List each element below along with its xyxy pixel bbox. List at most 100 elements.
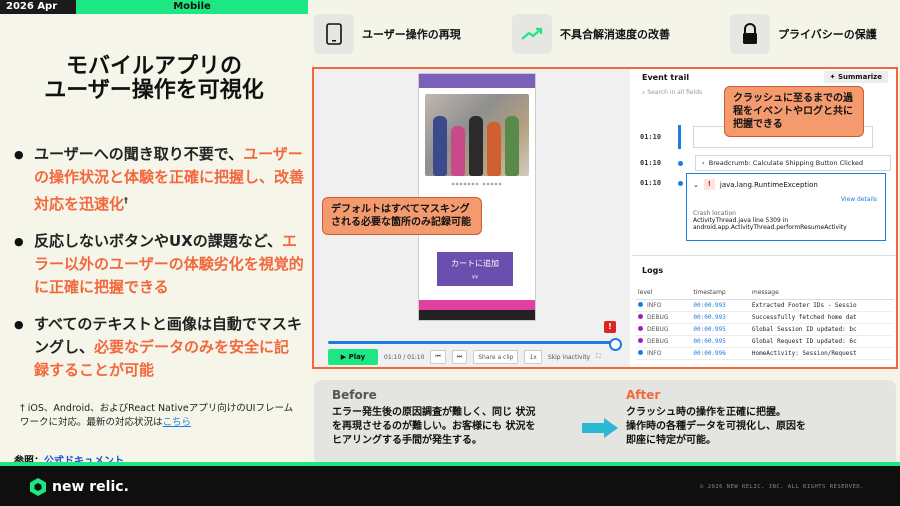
col-message[interactable]: message bbox=[749, 286, 894, 300]
log-level: INFO bbox=[636, 347, 692, 360]
log-row[interactable]: INFO 00:00.993 Extracted Footer IDs - Sess… bbox=[636, 299, 894, 312]
before-line: エラー発生後の原因調査が難しく、同じ 状況 bbox=[332, 407, 536, 418]
log-level: INFO bbox=[636, 299, 692, 312]
fullscreen-icon[interactable]: ⛶ bbox=[596, 353, 600, 361]
level-text: DEBUG bbox=[647, 314, 669, 321]
share-button[interactable]: Share a clip bbox=[473, 350, 519, 364]
log-row[interactable]: DEBUG 00:00.995 Global Request ID updated:… bbox=[636, 335, 894, 348]
after-line: 即座に特定が可能。 bbox=[626, 435, 716, 446]
bullet-text: ユーザーへの聞き取り不要で、 bbox=[34, 145, 244, 163]
masking-callout: デフォルトはすべてマスキングされる必要な箇所のみ記録可能 bbox=[322, 197, 482, 235]
log-row[interactable]: DEBUG 00:00.993 Successfully fetched home … bbox=[636, 311, 894, 324]
time-display: 01:10 / 01:10 bbox=[384, 353, 425, 361]
level-dot bbox=[638, 314, 643, 319]
slide-title: モバイルアプリの ユーザー操作を可視化 bbox=[0, 55, 308, 103]
footnote-link[interactable]: こちら bbox=[163, 417, 192, 428]
footnote: † iOS、Android、およびReact Nativeアプリ向けのUIフレー… bbox=[20, 402, 300, 430]
col-timestamp[interactable]: timestamp bbox=[691, 286, 750, 300]
bullet-item: 反応しないボタンやUXの課題など、エラー以外のユーザーの体験劣化を視覚的に正確に… bbox=[14, 230, 304, 299]
lock-icon bbox=[730, 14, 770, 54]
log-message: Global Request ID updated: 6c bbox=[749, 335, 894, 348]
nav-bar bbox=[419, 310, 535, 320]
feature-replay: ユーザー操作の再現 bbox=[314, 14, 461, 54]
event-time: 01:10 bbox=[640, 133, 662, 141]
product-image bbox=[425, 94, 529, 176]
chevron-down-icon: ⌄ bbox=[693, 180, 699, 189]
log-row[interactable]: DEBUG 00:00.995 Global Session ID updated:… bbox=[636, 323, 894, 336]
add-to-cart-button[interactable]: カートに追加 ¥¥ bbox=[437, 252, 513, 286]
before-text: エラー発生後の原因調査が難しく、同じ 状況 を再現させるのが難しい。お客様にも … bbox=[332, 406, 535, 448]
feature-speed: 不具合解消速度の改善 bbox=[512, 14, 670, 54]
view-details-link[interactable]: View details bbox=[841, 196, 877, 203]
event-time: 01:10 bbox=[640, 159, 662, 167]
log-timestamp: 00:00.995 bbox=[691, 323, 750, 336]
trend-up-icon bbox=[512, 14, 552, 54]
exception-icon: ! bbox=[703, 179, 715, 190]
play-button[interactable]: ▶ Play bbox=[328, 349, 378, 365]
player-controls: ▶ Play 01:10 / 01:10 ⏮ ⏭ Share a clip 1x… bbox=[328, 349, 624, 365]
play-label: Play bbox=[348, 353, 366, 361]
log-timestamp: 00:00.993 bbox=[691, 299, 750, 312]
before-after-box: Before エラー発生後の原因調査が難しく、同じ 状況 を再現させるのが難しい… bbox=[314, 380, 896, 466]
bullet-item: すべてのテキストと画像は自動でマスキングし、必要なデータのみを安全に記録すること… bbox=[14, 313, 304, 382]
feature-label: ユーザー操作の再現 bbox=[362, 28, 461, 41]
before-label: Before bbox=[332, 388, 377, 402]
feature-label: 不具合解消速度の改善 bbox=[560, 28, 670, 41]
brand-name: new relic. bbox=[52, 479, 129, 495]
sparkle-icon: ✦ bbox=[829, 73, 838, 81]
copyright: © 2026 NEW RELIC, INC. ALL RIGHTS RESERV… bbox=[700, 484, 864, 490]
title-line-1: モバイルアプリの bbox=[65, 54, 242, 79]
app-header-bar bbox=[419, 74, 535, 88]
log-message: Successfully fetched home dat bbox=[749, 311, 894, 324]
logs-title: Logs bbox=[642, 266, 664, 275]
event-callout: クラッシュに至るまでの過程をイベントやログと共に把握できる bbox=[724, 86, 864, 137]
breadcrumb-text: Breadcrumb: Calculate Shipping Button Cl… bbox=[708, 159, 863, 167]
crash-location-label: Crash location bbox=[693, 210, 736, 217]
event-time: 01:10 bbox=[640, 179, 662, 187]
logs-panel: Logs level timestamp message INFO 00:00.9… bbox=[632, 255, 896, 367]
log-level: DEBUG bbox=[636, 311, 692, 324]
bullet-text: 反応しないボタンやUXの課題など、 bbox=[34, 232, 282, 250]
footer-stripe bbox=[0, 462, 900, 466]
price-label: ¥¥ bbox=[471, 275, 479, 281]
speed-select[interactable]: 1x bbox=[524, 350, 542, 364]
level-text: DEBUG bbox=[647, 338, 669, 345]
crash-location-line: android.app.ActivityThread.performResume… bbox=[693, 224, 847, 231]
error-marker-icon[interactable]: ! bbox=[604, 321, 616, 333]
bullet-item: ユーザーへの聞き取り不要で、ユーザーの操作状況と体験を正確に把握し、改善対応を迅… bbox=[14, 143, 304, 216]
log-message: Global Session ID updated: bc bbox=[749, 323, 894, 336]
log-message: Extracted Footer IDs - Sessio bbox=[749, 299, 894, 312]
log-message: HomeActivity: Session/Request bbox=[749, 347, 894, 360]
event-dot bbox=[678, 180, 683, 186]
logs-table: level timestamp message INFO 00:00.993 Ext… bbox=[636, 286, 894, 360]
event-dot bbox=[678, 160, 683, 166]
next-button[interactable]: ⏭ bbox=[451, 350, 468, 364]
exception-text: java.lang.RuntimeException bbox=[719, 180, 818, 189]
log-level: DEBUG bbox=[636, 323, 692, 336]
feature-privacy: プライバシーの保護 bbox=[730, 14, 877, 54]
search-placeholder: Search in all fields bbox=[647, 89, 703, 96]
col-level[interactable]: level bbox=[636, 286, 692, 300]
crash-event-card[interactable]: ⌄! java.lang.RuntimeException View detail… bbox=[686, 173, 886, 241]
before-line: を再現させるのが難しい。お客様にも 状況を bbox=[332, 421, 536, 432]
prev-button[interactable]: ⏮ bbox=[430, 350, 446, 364]
bullet-list: ユーザーへの聞き取り不要で、ユーザーの操作状況と体験を正確に把握し、改善対応を迅… bbox=[14, 143, 304, 396]
date-label: 2026 Apr bbox=[0, 0, 76, 14]
skip-inactivity-toggle[interactable]: Skip inactivity bbox=[548, 354, 590, 361]
category-label: Mobile bbox=[76, 0, 308, 14]
footnote-text: † iOS、Android、およびReact Nativeアプリ向けのUIフレー… bbox=[20, 403, 294, 428]
event-row[interactable]: 01:10 › Breadcrumb: Calculate Shipping B… bbox=[640, 155, 891, 171]
play-icon: ▶ bbox=[340, 353, 349, 361]
after-label: After bbox=[626, 388, 661, 402]
log-row[interactable]: INFO 00:00.996 HomeActivity: Session/Reque… bbox=[636, 347, 894, 360]
after-line: 操作時の各種データを可視化し、原因を bbox=[626, 421, 806, 432]
log-timestamp: 00:00.993 bbox=[691, 311, 750, 324]
level-dot bbox=[638, 338, 643, 343]
after-line: クラッシュ時の操作を正確に把握。 bbox=[626, 407, 786, 418]
summarize-button[interactable]: ✦ Summarize bbox=[823, 71, 888, 83]
log-level: DEBUG bbox=[636, 335, 692, 348]
playback-progress[interactable] bbox=[328, 338, 622, 351]
bottom-banner bbox=[419, 300, 535, 310]
event-card[interactable]: › Breadcrumb: Calculate Shipping Button … bbox=[695, 155, 891, 171]
level-text: DEBUG bbox=[647, 326, 669, 333]
